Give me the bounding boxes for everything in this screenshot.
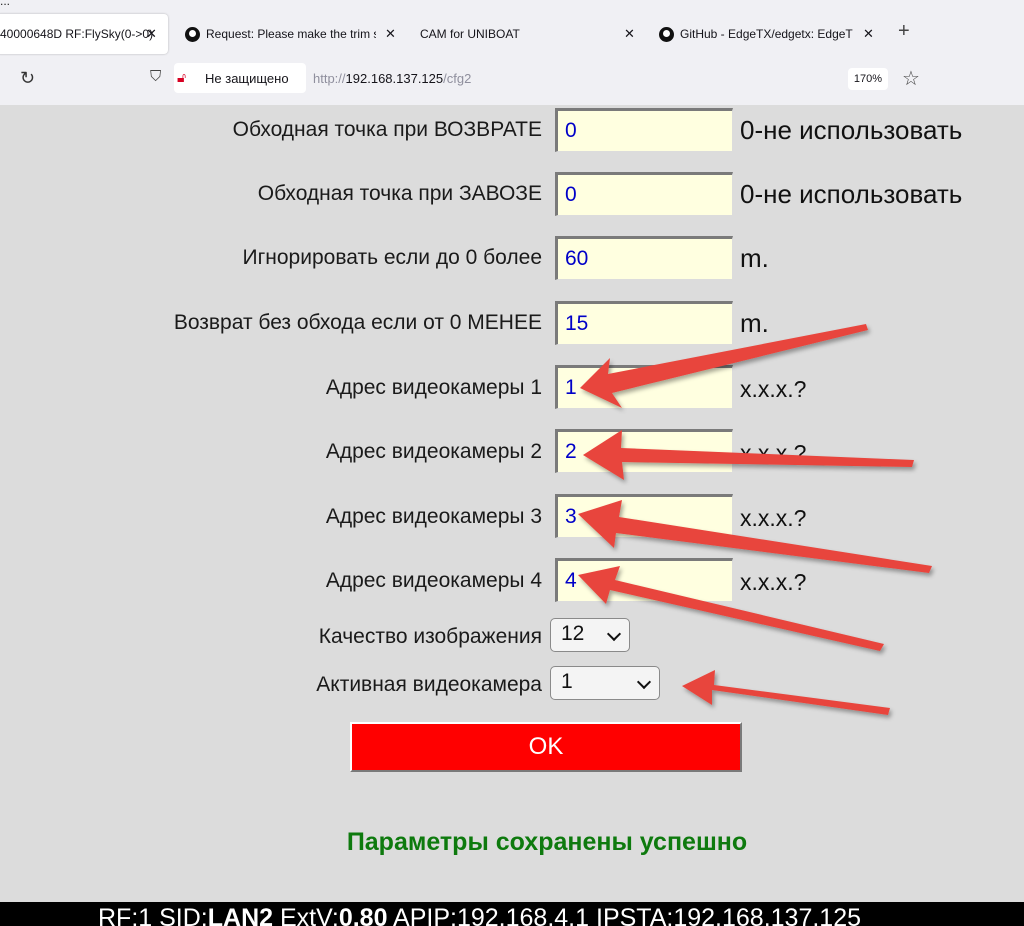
browser-chrome: ... 40000648D RF:FlySky(0->0) ✕ Request:… (0, 0, 1024, 105)
row-unit: x.x.x.? (740, 569, 807, 595)
close-icon[interactable]: ✕ (385, 26, 396, 42)
camera-address-2-input[interactable] (555, 429, 733, 473)
url-prefix: http:// (313, 71, 346, 86)
security-label: Не защищено (205, 71, 289, 86)
window-title: ... (0, 0, 11, 8)
url-text[interactable]: http://192.168.137.125/cfg2 (313, 71, 471, 86)
reload-icon[interactable]: ↻ (20, 68, 35, 89)
github-icon (185, 26, 200, 42)
close-icon[interactable]: ✕ (863, 26, 874, 42)
close-icon[interactable]: ✕ (146, 26, 157, 42)
row-unit: m. (740, 243, 769, 273)
shield-icon[interactable]: ⛉ (150, 68, 161, 85)
tab-cam-for-uniboat[interactable]: CAM for UNIBOAT ✕ (420, 14, 642, 54)
active-camera-select[interactable]: 1 (550, 666, 660, 700)
close-icon[interactable]: ✕ (624, 26, 635, 42)
footer-extv-label: ExtV: (273, 904, 339, 926)
camera-address-1-input[interactable] (555, 365, 733, 409)
tab-label: GitHub - EdgeTX/edgetx: EdgeT (680, 27, 853, 41)
row-unit: x.x.x.? (740, 440, 807, 466)
footer-extv: 0.80 (338, 904, 388, 926)
arrow-to-active-camera (682, 670, 890, 715)
tab-label: 40000648D RF:FlySky(0->0) (0, 27, 154, 41)
tab-label: CAM for UNIBOAT (420, 27, 520, 41)
url-path: /cfg2 (443, 71, 472, 86)
footer-sid: LAN2 (207, 904, 274, 926)
row-label: Игнорировать если до 0 более (242, 246, 542, 269)
insecure-lock-icon: 🔓︎ (177, 69, 187, 85)
footer-apip-label: APIP: (387, 904, 457, 926)
status-footer: RF:1 SID:LAN2 ExtV:0.80 APIP:192.168.4.1… (0, 902, 1024, 926)
new-tab-button[interactable]: + (898, 20, 910, 43)
footer-rf-label: RF:1 SID: (98, 904, 208, 926)
quality-value: 12 (561, 622, 585, 645)
bypass-point-return-input[interactable] (555, 108, 733, 152)
tab-label: Request: Please make the trim s (206, 27, 376, 41)
footer-ipsta: 192.168.137.125 (673, 904, 862, 926)
direct-return-distance-input[interactable] (555, 301, 733, 345)
row-unit: m. (740, 308, 769, 338)
active-camera-label: Активная видеокамера (316, 673, 542, 696)
camera-address-3-input[interactable] (555, 494, 733, 538)
status-message: Параметры сохранены успешно (346, 828, 748, 856)
chevron-down-icon (606, 626, 622, 642)
row-label: Адрес видеокамеры 4 (325, 569, 542, 592)
quality-select[interactable]: 12 (550, 618, 630, 652)
camera-address-4-input[interactable] (555, 558, 733, 602)
footer-apip: 192.168.4.1 (456, 904, 590, 926)
row-label: Адрес видеокамеры 2 (325, 440, 542, 463)
row-unit: 0-не использовать (740, 179, 963, 209)
tab-request[interactable]: Request: Please make the trim s ✕ (185, 14, 403, 54)
tab-flysky[interactable]: 40000648D RF:FlySky(0->0) ✕ (0, 14, 168, 54)
row-label: Адрес видеокамеры 1 (325, 376, 542, 399)
footer-ipsta-label: IPSTA: (589, 904, 674, 926)
footer-text: RF:1 SID:LAN2 ExtV:0.80 APIP:192.168.4.1… (98, 904, 861, 926)
ok-button[interactable]: OK (350, 722, 742, 772)
row-label: Адрес видеокамеры 3 (325, 505, 542, 528)
row-unit: x.x.x.? (740, 376, 807, 402)
bypass-point-delivery-input[interactable] (555, 172, 733, 216)
active-camera-value: 1 (561, 670, 573, 693)
row-label: Обходная точка при ВОЗВРАТЕ (232, 118, 542, 141)
tab-github-edgetx[interactable]: GitHub - EdgeTX/edgetx: EdgeT ✕ (659, 14, 883, 54)
row-label: Возврат без обхода если от 0 МЕНЕЕ (173, 311, 542, 334)
url-host: 192.168.137.125 (345, 71, 444, 86)
row-unit: 0-не использовать (740, 115, 963, 145)
zoom-level-badge[interactable]: 170% (848, 68, 888, 90)
chevron-down-icon (636, 674, 652, 690)
bookmark-star-icon[interactable]: ☆ (902, 66, 920, 91)
row-label: Обходная точка при ЗАВОЗЕ (257, 182, 542, 205)
window-title-strip: ... (0, 0, 1024, 12)
github-icon (659, 26, 674, 42)
quality-label: Качество изображения (318, 625, 542, 648)
row-unit: x.x.x.? (740, 505, 807, 531)
ignore-distance-input[interactable] (555, 236, 733, 280)
